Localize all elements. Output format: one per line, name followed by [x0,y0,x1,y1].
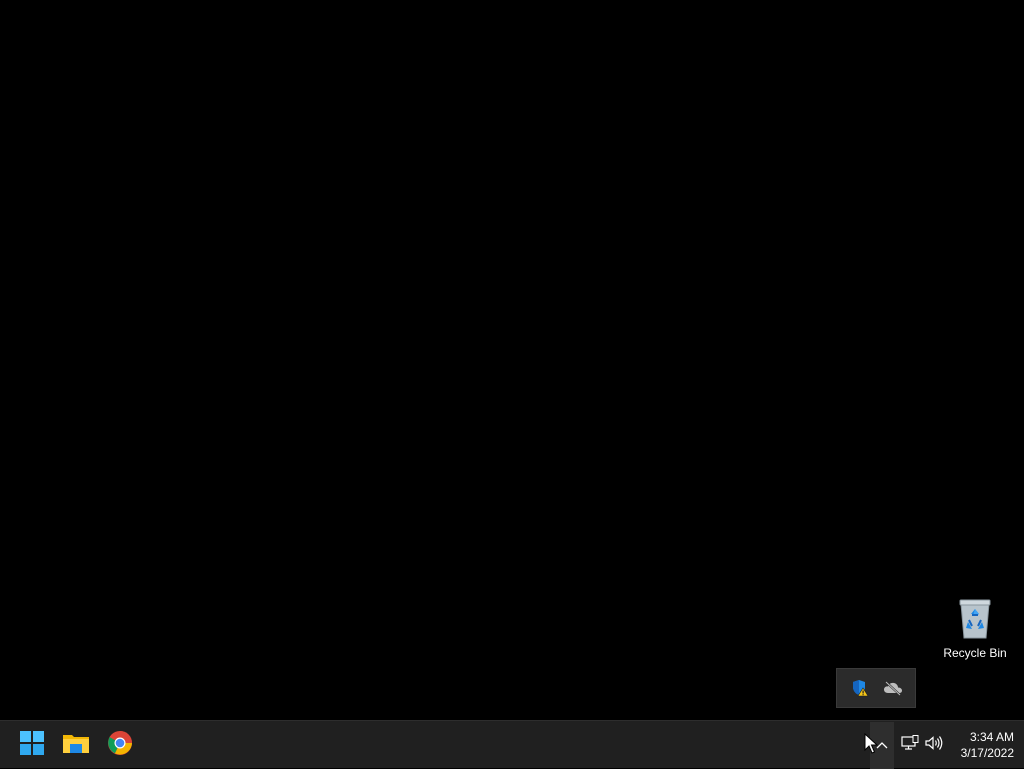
recycle-bin-label: Recycle Bin [943,646,1007,660]
volume-button[interactable] [922,725,946,765]
network-button[interactable] [898,725,922,765]
clock-date: 3/17/2022 [960,746,1014,760]
windows-security-warning-icon[interactable] [848,676,872,700]
desktop-icon-recycle-bin[interactable]: Recycle Bin [940,594,1010,660]
file-explorer-button[interactable] [54,723,98,767]
volume-icon [924,735,944,756]
file-explorer-icon [62,731,90,760]
chrome-button[interactable] [98,723,142,767]
system-tray: 3:34 AM 3/17/2022 [870,721,1024,769]
onedrive-offline-icon[interactable] [881,676,905,700]
tray-overflow-flyout [836,668,916,708]
windows-start-icon [19,730,45,761]
chevron-up-icon [876,736,888,754]
show-hidden-icons-button[interactable] [870,721,894,769]
taskbar: 3:34 AM 3/17/2022 [0,720,1024,769]
taskbar-pinned-apps [10,721,142,769]
network-icon [901,734,919,756]
clock[interactable]: 3:34 AM 3/17/2022 [946,729,1024,761]
chrome-icon [107,730,133,761]
recycle-bin-icon [953,594,997,642]
start-button[interactable] [10,723,54,767]
clock-time: 3:34 AM [969,730,1014,744]
desktop[interactable]: Recycle Bin [0,0,1024,720]
